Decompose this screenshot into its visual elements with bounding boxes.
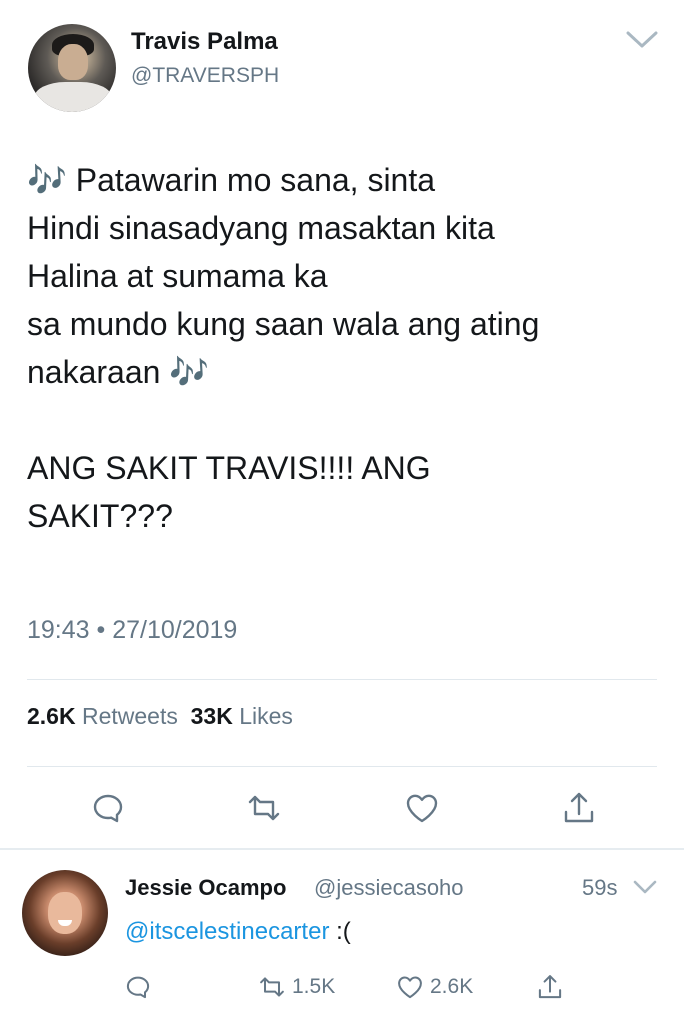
retweets-label[interactable]: Retweets — [82, 703, 178, 729]
chevron-down-icon[interactable] — [625, 30, 659, 50]
retweet-button[interactable] — [246, 790, 282, 826]
reply-like-count: 2.6K — [430, 975, 474, 998]
reply-reply-button[interactable] — [124, 972, 158, 1002]
likes-label[interactable]: Likes — [239, 703, 293, 729]
like-icon — [398, 976, 422, 999]
reply-author-name[interactable]: Jessie Ocampo — [125, 875, 286, 901]
reply-text: @itscelestinecarter :( — [125, 918, 351, 946]
mention-link[interactable]: @itscelestinecarter — [125, 918, 329, 945]
share-icon — [564, 792, 594, 823]
section-divider — [0, 848, 684, 850]
likes-count[interactable]: 33K — [191, 703, 233, 729]
share-button[interactable] — [561, 790, 597, 826]
author-handle[interactable]: @TRAVERSPH — [131, 64, 279, 88]
reply-author-avatar[interactable] — [22, 870, 108, 956]
like-button[interactable] — [404, 790, 440, 826]
reply-time: 59s — [582, 875, 618, 900]
reply-icon — [126, 976, 150, 999]
reply-retweet-count: 1.5K — [292, 975, 336, 998]
divider — [27, 679, 657, 680]
share-icon — [538, 975, 562, 999]
tweet-text: 🎶 Patawarin mo sana, sinta Hindi sinasad… — [27, 162, 540, 534]
reply-like-button[interactable]: 2.6K — [396, 972, 473, 1002]
author-name[interactable]: Travis Palma — [131, 28, 278, 56]
like-icon — [406, 794, 438, 823]
tweet-stats: 2.6K Retweets 33K Likes — [27, 703, 293, 730]
retweet-icon — [260, 977, 284, 997]
reply-share-button[interactable] — [536, 972, 570, 1002]
reply-text-body: :( — [329, 918, 351, 945]
reply-author-handle[interactable]: @jessiecasoho — [314, 875, 464, 901]
reply-icon — [93, 794, 123, 823]
tweet-timestamp: 19:43 • 27/10/2019 — [27, 616, 238, 644]
retweet-icon — [248, 795, 280, 821]
divider — [27, 766, 657, 767]
author-avatar[interactable] — [28, 24, 116, 112]
retweets-count[interactable]: 2.6K — [27, 703, 76, 729]
chevron-down-icon[interactable] — [633, 880, 657, 896]
reply-button[interactable] — [90, 790, 126, 826]
reply-retweet-button[interactable]: 1.5K — [258, 972, 335, 1002]
